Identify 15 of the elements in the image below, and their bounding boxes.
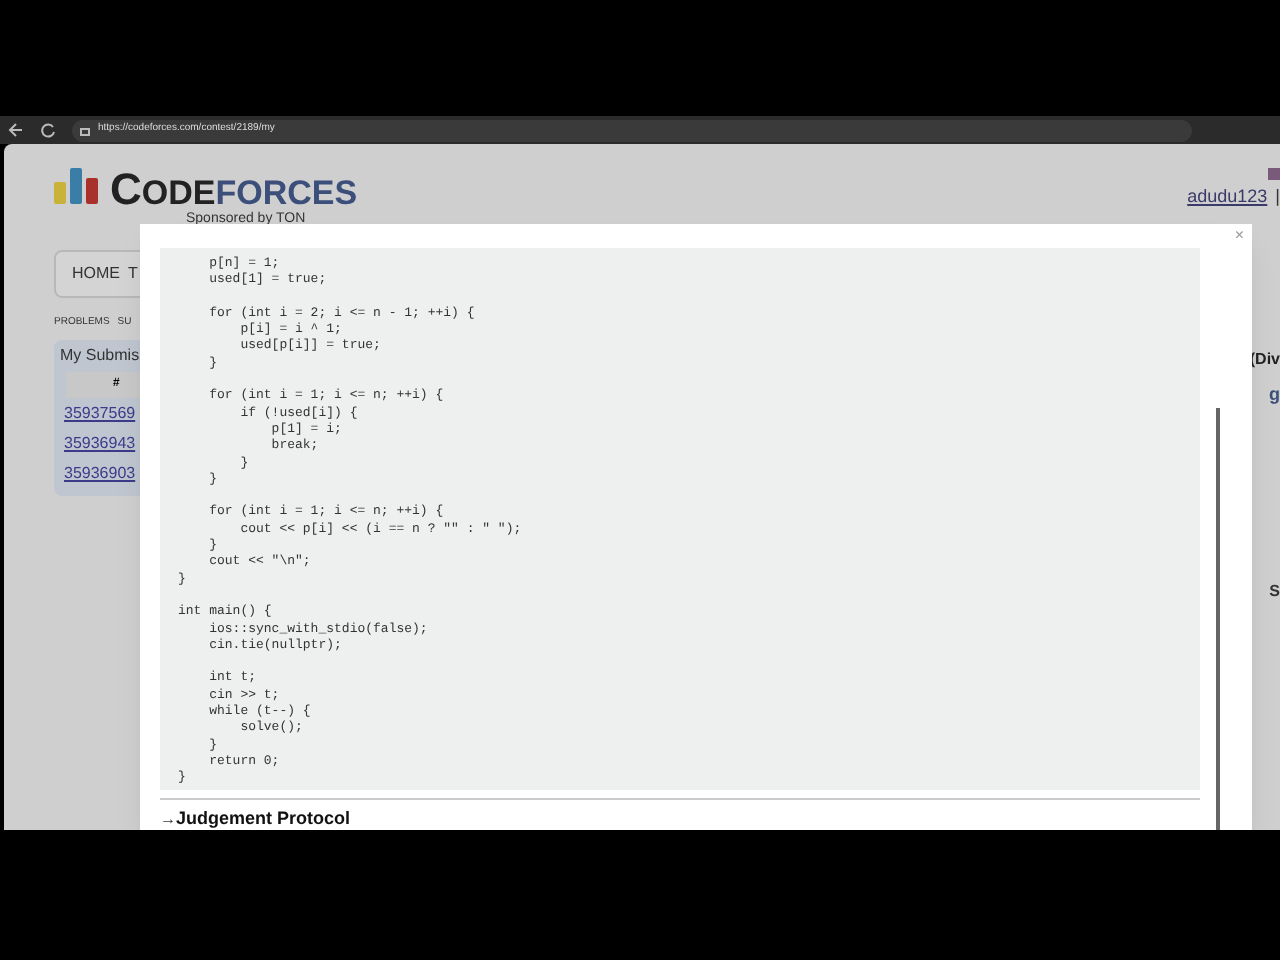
username-link[interactable]: adudu123 [1187,184,1268,211]
reload-icon[interactable] [40,122,56,138]
page-text: S [1269,579,1280,603]
arrow-icon: → [160,807,176,830]
logo-text: CODEFORCES [110,168,358,214]
back-icon[interactable] [8,122,24,138]
separator-text: | [1275,184,1280,210]
logo-bars-icon [54,168,98,204]
section-title[interactable]: Judgement Protocol [176,806,351,830]
page-text: g [1269,382,1280,408]
flag-icon [1268,168,1280,180]
nav-link[interactable]: T [128,262,138,286]
nav-link[interactable]: HOME [72,262,120,286]
panel-title: My Submis [58,343,142,368]
lock-icon [80,124,90,136]
